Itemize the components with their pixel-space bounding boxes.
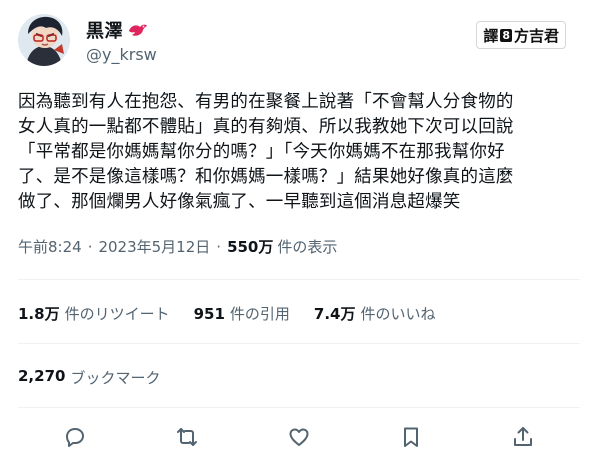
tweet-meta: 午前8:24 · 2023年5月12日 · 550万 件の表示 [18, 236, 337, 257]
engagement-stats: 1.8万 件のリツイート 951 件の引用 7.4万 件のいいね [18, 303, 460, 324]
tweet-text: 因為聽到有人在抱怨、有男的在聚餐上說著「不會幫人分食物的 女人真的一點都不體貼」… [18, 92, 514, 212]
like-icon [289, 428, 309, 446]
reply-button[interactable] [62, 424, 88, 450]
red-bird-icon [128, 22, 148, 38]
translator-watermark-left: 譯 [483, 26, 499, 45]
quotes-label: 件の引用 [229, 305, 290, 323]
tweet-time[interactable]: 午前8:24 [18, 236, 82, 257]
tweet-date[interactable]: 2023年5月12日 [98, 236, 210, 257]
likes-stat[interactable]: 7.4万 件のいいね [314, 303, 436, 324]
like-button[interactable] [286, 424, 312, 450]
divider [18, 407, 580, 408]
translator-watermark-right: 方吉君 [513, 26, 559, 45]
likes-count: 7.4万 [313, 305, 356, 323]
quotes-stat[interactable]: 951 件の引用 [194, 303, 290, 324]
likes-label: 件のいいね [360, 305, 436, 323]
share-button[interactable] [510, 424, 536, 450]
bookmark-icon [404, 427, 418, 447]
retweet-icon [177, 428, 197, 446]
avatar-illustration-icon [18, 14, 70, 66]
reply-icon [66, 428, 84, 447]
bookmarks-stat[interactable]: 2,270 ブックマーク [18, 367, 160, 388]
translator-watermark: 譯 8 方吉君 [476, 21, 566, 49]
display-name[interactable]: 黒澤 [86, 17, 123, 43]
retweets-label: 件のリツイート [64, 305, 170, 323]
retweets-count: 1.8万 [18, 305, 60, 323]
tweet-header: 黒澤 @y_krsw 譯 8 方吉君 [18, 12, 580, 68]
avatar[interactable] [18, 14, 70, 66]
bookmarks-count: 2,270 [18, 367, 66, 385]
views-count: 550万 [227, 238, 274, 256]
user-handle[interactable]: @y_krsw [86, 45, 157, 64]
retweet-button[interactable] [174, 424, 200, 450]
retweets-stat[interactable]: 1.8万 件のリツイート [18, 303, 170, 324]
bookmark-button[interactable] [398, 424, 424, 450]
divider [18, 279, 580, 280]
divider [18, 343, 580, 344]
display-name-row: 黒澤 [86, 17, 148, 43]
views-label: 件の表示 [277, 238, 338, 256]
meta-separator: · [216, 237, 222, 256]
share-icon [514, 427, 532, 446]
meta-separator: · [87, 237, 93, 256]
action-bar [0, 420, 598, 454]
translator-watermark-mid: 8 [500, 28, 512, 42]
quotes-count: 951 [193, 304, 225, 323]
bookmarks-label: ブックマーク [70, 369, 161, 387]
